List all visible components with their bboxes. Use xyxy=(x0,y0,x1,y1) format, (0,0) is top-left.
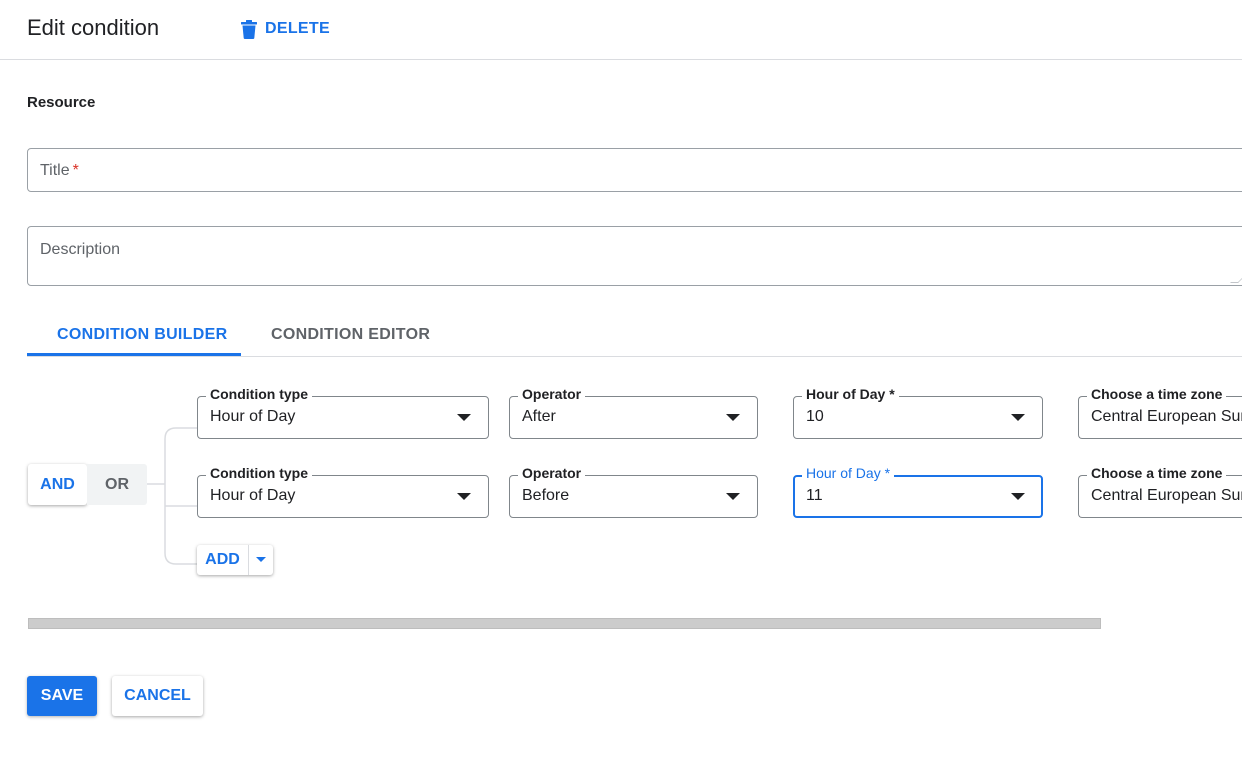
add-button[interactable]: ADD xyxy=(197,545,249,575)
and-toggle-button[interactable]: AND xyxy=(28,464,87,505)
delete-label: DELETE xyxy=(265,20,330,37)
resource-label: Resource xyxy=(27,94,96,111)
or-toggle-button[interactable]: OR xyxy=(87,464,147,505)
operator-value: Before xyxy=(522,487,570,504)
add-menu-button[interactable] xyxy=(249,545,273,575)
hour-of-day-label: Hour of Day * xyxy=(802,386,899,402)
condition-tree-connector xyxy=(147,427,197,565)
cancel-button[interactable]: CANCEL xyxy=(112,676,203,716)
time-zone-value: Central European Summer Time xyxy=(1091,408,1242,425)
description-textarea[interactable]: Description xyxy=(27,226,1242,286)
time-zone-select-1[interactable]: Choose a time zone Central European Summ… xyxy=(1078,386,1242,439)
caret-down-icon xyxy=(457,414,471,421)
caret-down-icon xyxy=(457,493,471,500)
time-zone-label: Choose a time zone xyxy=(1087,465,1227,481)
condition-type-value: Hour of Day xyxy=(210,408,296,425)
and-or-toggle: AND OR xyxy=(28,464,147,505)
delete-button[interactable]: DELETE xyxy=(241,17,330,41)
add-split-button: ADD xyxy=(197,545,273,575)
caret-down-icon xyxy=(726,493,740,500)
horizontal-scrollbar[interactable] xyxy=(28,618,1101,629)
operator-select-1[interactable]: Operator After xyxy=(509,386,758,439)
active-tab-indicator xyxy=(27,353,241,356)
operator-value: After xyxy=(522,408,556,425)
header-bar: Edit condition DELETE xyxy=(0,0,1242,60)
time-zone-select-2[interactable]: Choose a time zone Central European Summ… xyxy=(1078,465,1242,518)
time-zone-value: Central European Summer Time xyxy=(1091,487,1242,504)
condition-type-select-1[interactable]: Condition type Hour of Day xyxy=(197,386,489,439)
caret-down-icon xyxy=(726,414,740,421)
page-title: Edit condition xyxy=(27,15,160,40)
hour-of-day-value: 10 xyxy=(806,408,824,425)
hour-of-day-value: 11 xyxy=(806,487,823,504)
condition-type-label: Condition type xyxy=(206,386,312,402)
hour-of-day-label: Hour of Day * xyxy=(802,465,895,481)
resize-handle[interactable] xyxy=(1230,275,1242,283)
condition-type-select-2[interactable]: Condition type Hour of Day xyxy=(197,465,489,518)
title-input[interactable]: Title * xyxy=(27,148,1242,192)
caret-down-icon xyxy=(256,557,266,562)
required-mark: * xyxy=(72,162,79,179)
condition-type-value: Hour of Day xyxy=(210,487,296,504)
tab-condition-editor[interactable]: CONDITION EDITOR xyxy=(271,326,430,344)
save-button[interactable]: SAVE xyxy=(27,676,97,716)
description-placeholder: Description xyxy=(40,241,121,258)
tab-condition-builder[interactable]: CONDITION BUILDER xyxy=(57,326,227,344)
time-zone-label: Choose a time zone xyxy=(1087,386,1227,402)
caret-down-icon xyxy=(1011,414,1025,421)
title-placeholder: Title * xyxy=(40,162,79,179)
condition-type-label: Condition type xyxy=(206,465,312,481)
operator-label: Operator xyxy=(518,465,586,481)
caret-down-icon xyxy=(1011,493,1025,500)
operator-label: Operator xyxy=(518,386,586,402)
trash-icon xyxy=(241,19,257,39)
hour-of-day-select-1[interactable]: Hour of Day * 10 xyxy=(793,386,1043,439)
condition-tabs: CONDITION BUILDER CONDITION EDITOR xyxy=(27,318,1242,357)
operator-select-2[interactable]: Operator Before xyxy=(509,465,758,518)
hour-of-day-select-2[interactable]: Hour of Day * 11 xyxy=(793,465,1043,518)
